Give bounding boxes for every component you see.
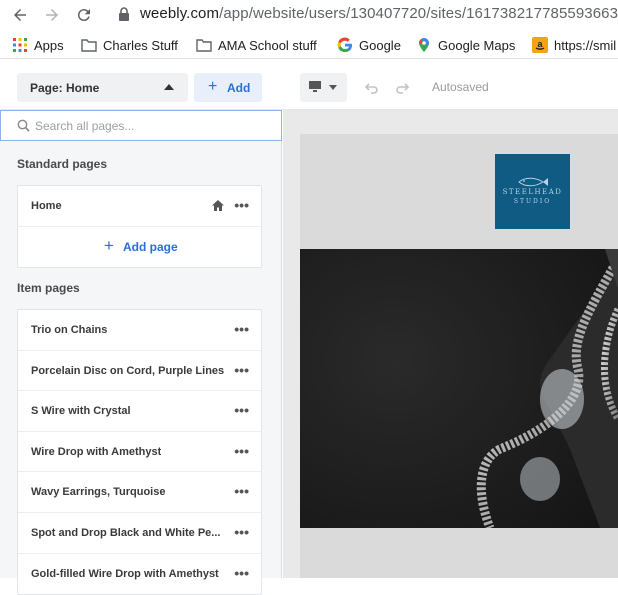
bookmark-smile[interactable]: a https://smil (532, 37, 616, 53)
editor-toolbar: Page: Home + Add Autosaved (0, 66, 618, 110)
item-pages-heading: Item pages (17, 281, 80, 295)
browser-toolbar: weebly.com/app/website/users/130407720/s… (0, 0, 618, 31)
bookmark-label: https://smil (554, 37, 617, 53)
folder-icon (81, 39, 97, 52)
url-path: /app/website/users/130407720/sites/16173… (219, 5, 618, 22)
page-row[interactable]: Wavy Earrings, Turquoise ••• (18, 472, 261, 513)
standard-pages-list: Home ••• + Add page (17, 185, 262, 268)
device-preview-dropdown[interactable] (300, 73, 347, 102)
bookmark-label: Charles Stuff (103, 37, 178, 53)
page-row[interactable]: S Wire with Crystal ••• (18, 391, 261, 432)
page-row-home[interactable]: Home ••• (18, 186, 261, 227)
page-row[interactable]: Spot and Drop Black and White Pe... ••• (18, 513, 261, 554)
bookmarks-bar: Apps Charles Stuff AMA School stuff Goog… (0, 31, 618, 59)
more-options-icon[interactable]: ••• (234, 566, 249, 580)
search-icon (17, 119, 30, 132)
item-pages-list: Trio on Chains ••• Porcelain Disc on Cor… (17, 309, 262, 595)
more-options-icon[interactable]: ••• (234, 322, 249, 336)
page-name: S Wire with Crystal (31, 405, 131, 418)
bookmark-ama-school-stuff[interactable]: AMA School stuff (196, 37, 317, 53)
bookmark-label: Google Maps (438, 37, 516, 53)
google-icon (337, 37, 352, 53)
page-search (0, 110, 282, 141)
page-select-dropdown[interactable]: Page: Home (17, 73, 188, 102)
more-options-icon[interactable]: ••• (234, 525, 249, 539)
bookmark-apps[interactable]: Apps (12, 37, 64, 53)
page-row[interactable]: Porcelain Disc on Cord, Purple Lines ••• (18, 351, 261, 392)
add-page-label: Add page (123, 239, 178, 254)
more-options-icon[interactable]: ••• (234, 363, 249, 377)
page-row[interactable]: Gold-filled Wire Drop with Amethyst ••• (18, 554, 261, 595)
folder-icon (196, 39, 212, 52)
fish-logo-icon (518, 177, 548, 187)
page-name: Wavy Earrings, Turquoise (31, 486, 166, 499)
autosave-status: Autosaved (432, 80, 489, 94)
forward-button[interactable] (40, 3, 64, 27)
home-icon (212, 200, 224, 211)
apps-grid-icon (13, 38, 27, 52)
url-host: weebly.com (140, 5, 220, 22)
page-name: Porcelain Disc on Cord, Purple Lines (31, 364, 225, 377)
arrow-left-icon (14, 9, 26, 21)
reload-button[interactable] (72, 3, 96, 27)
chevron-down-icon (329, 85, 337, 90)
site-logo[interactable]: STEELHEAD STUDIO (495, 154, 570, 229)
jewelry-photo (300, 249, 618, 528)
arrow-right-icon (46, 9, 58, 21)
back-button[interactable] (8, 3, 32, 27)
add-button-label: Add (227, 81, 251, 95)
google-maps-icon (418, 38, 429, 52)
svg-text:a: a (537, 39, 543, 49)
logo-text-line1: STEELHEAD (502, 188, 563, 196)
search-input[interactable] (35, 117, 265, 135)
editor-canvas: STEELHEAD STUDIO (283, 110, 618, 578)
plus-icon: + (104, 235, 114, 255)
more-options-icon[interactable]: ••• (234, 484, 249, 498)
logo-text-line2: STUDIO (513, 198, 552, 205)
address-bar[interactable]: weebly.com/app/website/users/130407720/s… (140, 5, 618, 22)
lock-icon (119, 7, 129, 21)
reload-icon (77, 9, 90, 22)
bookmark-label: AMA School stuff (218, 37, 317, 53)
bookmark-charles-stuff[interactable]: Charles Stuff (81, 37, 178, 53)
bookmark-google-maps[interactable]: Google Maps (416, 37, 515, 53)
standard-pages-heading: Standard pages (17, 157, 108, 171)
site-preview[interactable]: STEELHEAD STUDIO (300, 134, 618, 578)
hero-image[interactable] (300, 249, 618, 528)
bookmark-label: Google (359, 37, 401, 53)
undo-icon[interactable] (362, 79, 380, 97)
pages-sidebar: Standard pages Home ••• + Add page Item … (0, 110, 282, 595)
redo-icon[interactable] (394, 79, 412, 97)
page-name: Wire Drop with Amethyst (31, 445, 162, 458)
caret-up-icon (164, 84, 174, 90)
bookmark-label: Apps (34, 37, 64, 53)
desktop-icon (309, 81, 321, 92)
page-row[interactable]: Wire Drop with Amethyst ••• (18, 432, 261, 473)
more-options-icon[interactable]: ••• (234, 403, 249, 417)
more-options-icon[interactable]: ••• (234, 198, 249, 212)
add-page-link[interactable]: + Add page (18, 227, 261, 267)
bookmark-google[interactable]: Google (337, 37, 401, 53)
add-page-button[interactable]: + Add (194, 73, 262, 102)
page-name: Trio on Chains (31, 324, 108, 336)
page-row[interactable]: Trio on Chains ••• (18, 310, 261, 351)
page-name: Spot and Drop Black and White Pe... (31, 526, 221, 539)
plus-icon: + (208, 78, 218, 95)
page-name: Home (31, 200, 62, 212)
more-options-icon[interactable]: ••• (234, 444, 249, 458)
amazon-icon: a (532, 37, 548, 53)
page-select-label: Page: Home (30, 81, 100, 95)
